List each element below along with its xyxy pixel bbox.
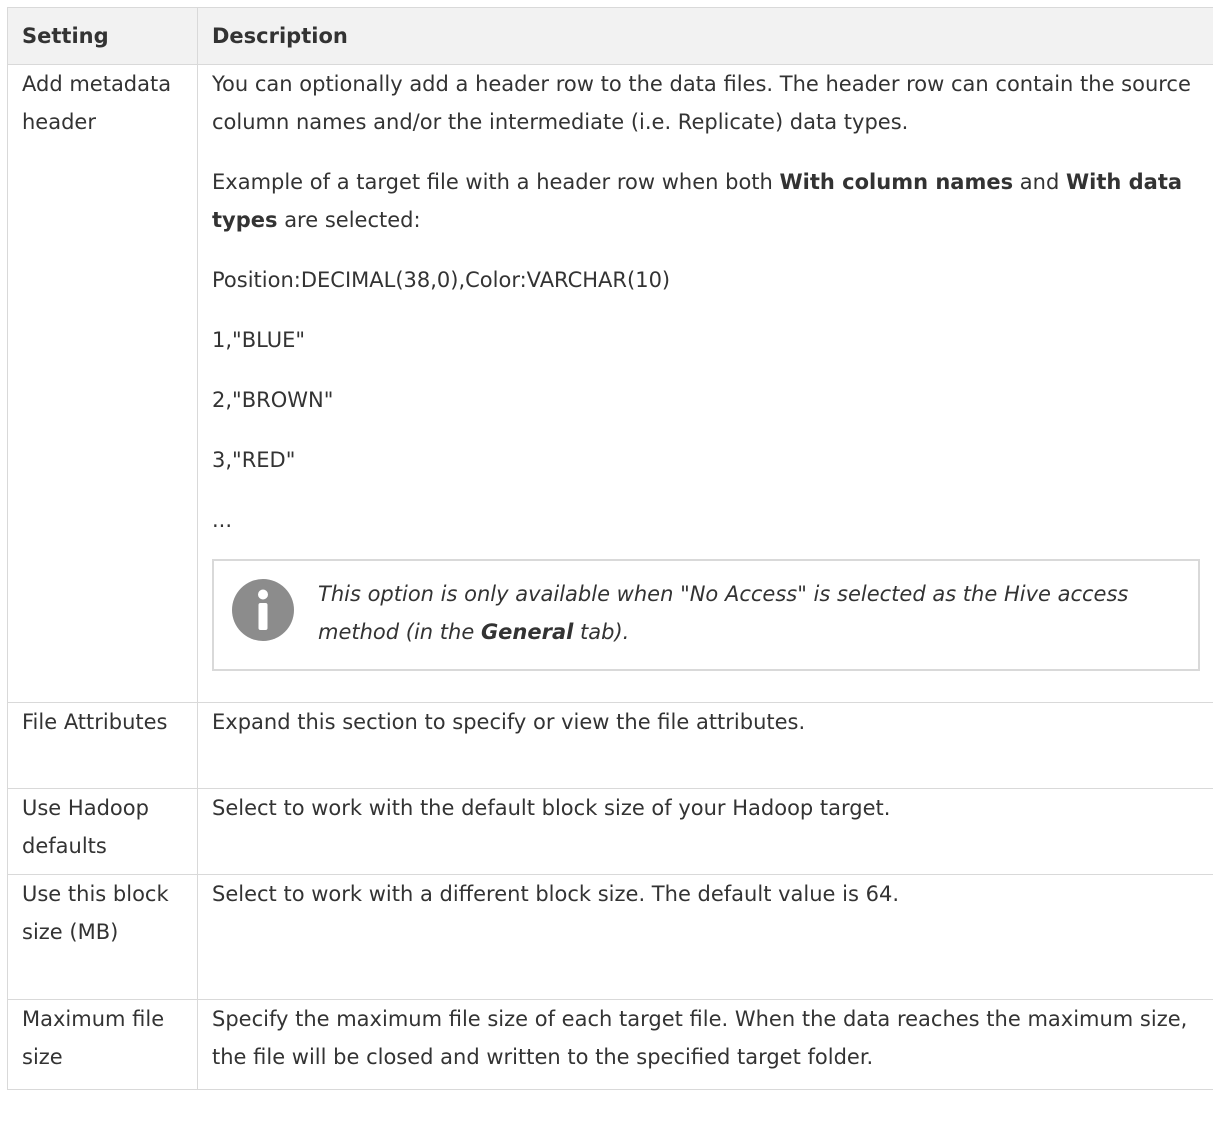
description-cell: Select to work with a different block si…	[197, 874, 1213, 1000]
table-row: File Attributes Expand this section to s…	[7, 702, 1213, 789]
description-cell: You can optionally add a header row to t…	[197, 64, 1213, 703]
setting-cell: Add metadata header	[7, 64, 198, 703]
example-line: Position:DECIMAL(38,0),Color:VARCHAR(10)	[212, 268, 671, 292]
description-cell: Specify the maximum file size of each ta…	[197, 999, 1213, 1090]
setting-cell: File Attributes	[7, 702, 198, 789]
text-fragment: are selected:	[277, 208, 421, 232]
setting-cell: Use Hadoop defaults	[7, 788, 198, 875]
column-header-setting: Setting	[7, 7, 198, 65]
setting-cell: Maximum file size	[7, 999, 198, 1090]
table-row: Add metadata header You can optionally a…	[7, 64, 1213, 703]
table-row: Maximum file size Specify the maximum fi…	[7, 999, 1213, 1090]
example-line: 1,"BLUE"	[212, 328, 306, 352]
table-header-row: Setting Description	[7, 7, 1213, 65]
example-line: 2,"BROWN"	[212, 388, 334, 412]
example-line: ...	[212, 508, 233, 532]
note-box: This option is only available when "No A…	[212, 559, 1200, 671]
description-paragraph: Example of a target file with a header r…	[212, 163, 1205, 239]
example-line: 3,"RED"	[212, 448, 296, 472]
setting-cell: Use this block size (MB)	[7, 874, 198, 1000]
description-cell: Expand this section to specify or view t…	[197, 702, 1213, 789]
settings-table: Setting Description Add metadata header …	[7, 7, 1213, 1090]
bold-term: With column names	[779, 170, 1014, 194]
description-paragraph: You can optionally add a header row to t…	[212, 72, 1191, 134]
text-fragment: and	[1013, 170, 1066, 194]
text-fragment: Example of a target file with a header r…	[212, 170, 780, 194]
info-icon	[232, 579, 294, 641]
table-row: Use Hadoop defaults Select to work with …	[7, 788, 1213, 875]
description-cell: Select to work with the default block si…	[197, 788, 1213, 875]
bold-term: General	[480, 620, 574, 644]
column-header-description: Description	[197, 7, 1213, 65]
table-row: Use this block size (MB) Select to work …	[7, 874, 1213, 1000]
note-text: This option is only available when "No A…	[318, 575, 1186, 651]
text-fragment: tab).	[573, 620, 630, 644]
text-fragment: This option is only available when "No A…	[318, 582, 1129, 644]
